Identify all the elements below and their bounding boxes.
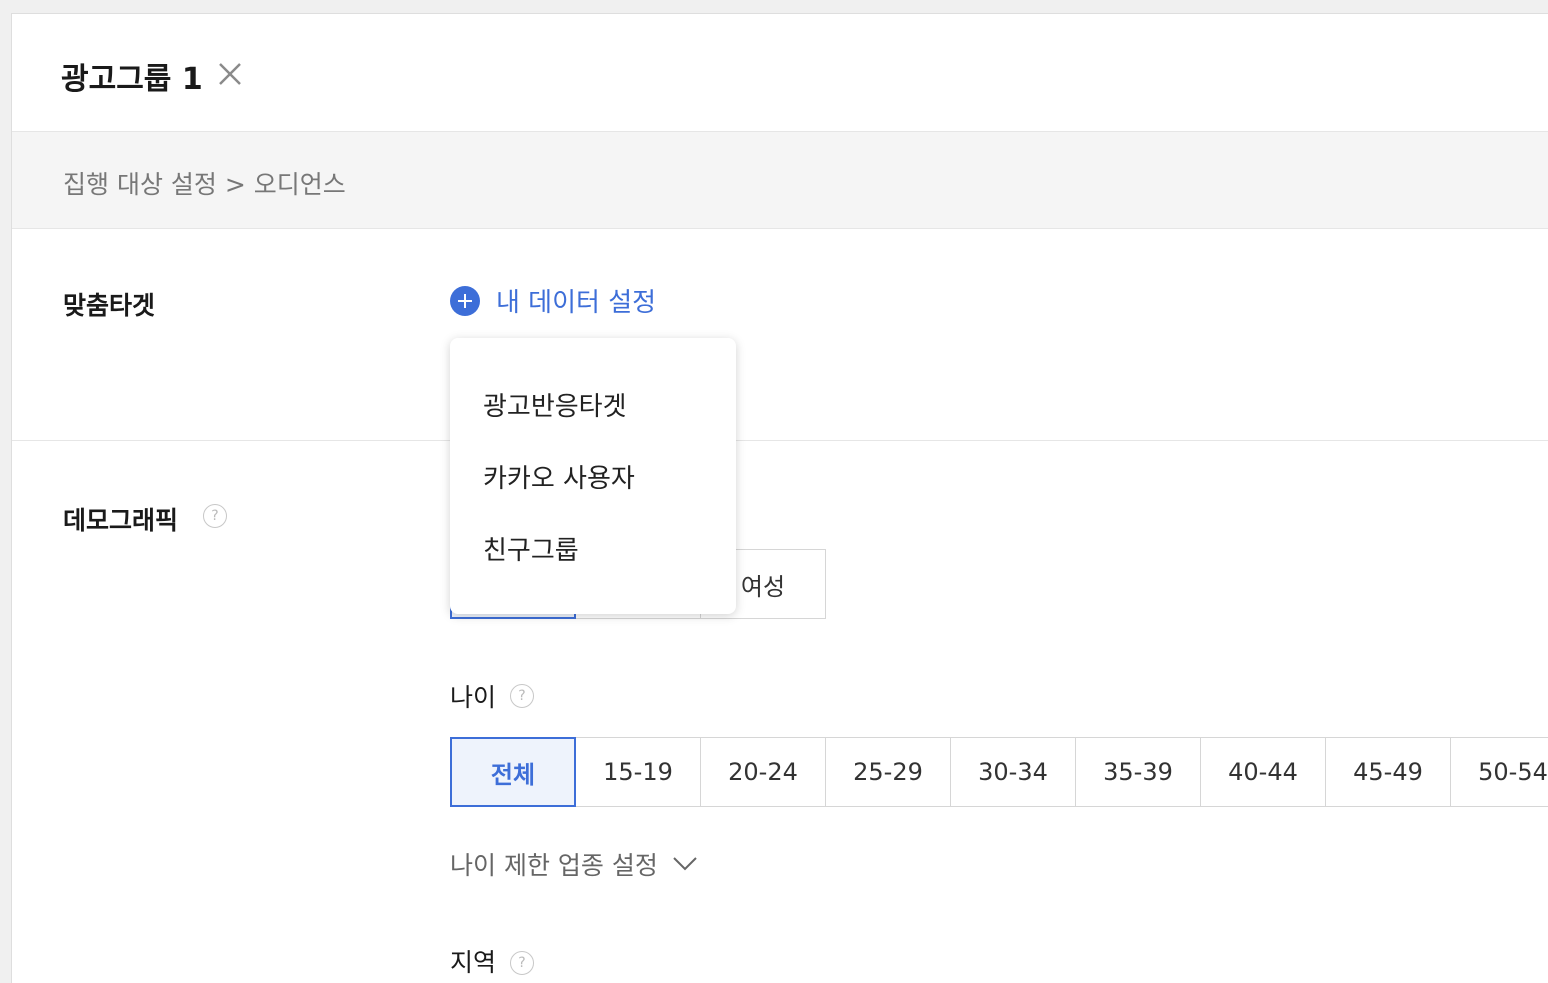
custom-target-label: 맞춤타겟: [63, 291, 156, 320]
age-label: 나이: [450, 683, 497, 712]
my-data-dropdown-menu: 광고반응타겟 카카오 사용자 친구그룹: [450, 338, 736, 614]
help-icon[interactable]: ?: [510, 951, 534, 975]
demographic-label: 데모그래픽: [63, 506, 179, 535]
age-restriction-label: 나이 제한 업종 설정: [450, 851, 658, 880]
page-title: 광고그룹 1: [61, 62, 203, 97]
region-label: 지역: [450, 948, 497, 977]
close-icon[interactable]: [217, 61, 243, 87]
dropdown-item-friend-group[interactable]: 친구그룹: [483, 530, 579, 567]
help-icon[interactable]: ?: [510, 684, 534, 708]
age-option[interactable]: 45-49: [1325, 737, 1451, 807]
age-option[interactable]: 40-44: [1200, 737, 1326, 807]
section-header: 집행 대상 설정 > 오디언스: [12, 132, 1548, 229]
chevron-down-icon: [673, 857, 697, 871]
age-option[interactable]: 15-19: [575, 737, 701, 807]
dropdown-item-kakao-users[interactable]: 카카오 사용자: [483, 458, 635, 495]
section-divider: [12, 440, 1548, 441]
breadcrumb: 집행 대상 설정 > 오디언스: [63, 170, 346, 199]
my-data-setting-label: 내 데이터 설정: [496, 288, 657, 318]
age-option[interactable]: 50-54: [1450, 737, 1548, 807]
help-icon[interactable]: ?: [203, 504, 227, 528]
age-option[interactable]: 30-34: [950, 737, 1076, 807]
age-option[interactable]: 20-24: [700, 737, 826, 807]
age-option-all[interactable]: 전체: [450, 737, 576, 807]
age-restriction-toggle[interactable]: 나이 제한 업종 설정: [450, 846, 698, 882]
age-selector: 전체 15-19 20-24 25-29 30-34 35-39 40-44 4…: [450, 737, 1548, 807]
ad-group-panel: 광고그룹 1 집행 대상 설정 > 오디언스 맞춤타겟 내 데이터 설정 데모그…: [11, 13, 1548, 983]
dropdown-item-ad-response-target[interactable]: 광고반응타겟: [483, 386, 627, 423]
age-option[interactable]: 25-29: [825, 737, 951, 807]
panel-header: 광고그룹 1: [12, 14, 1548, 132]
plus-circle-icon: [450, 285, 480, 316]
age-option[interactable]: 35-39: [1075, 737, 1201, 807]
my-data-setting-button[interactable]: 내 데이터 설정: [450, 282, 656, 319]
